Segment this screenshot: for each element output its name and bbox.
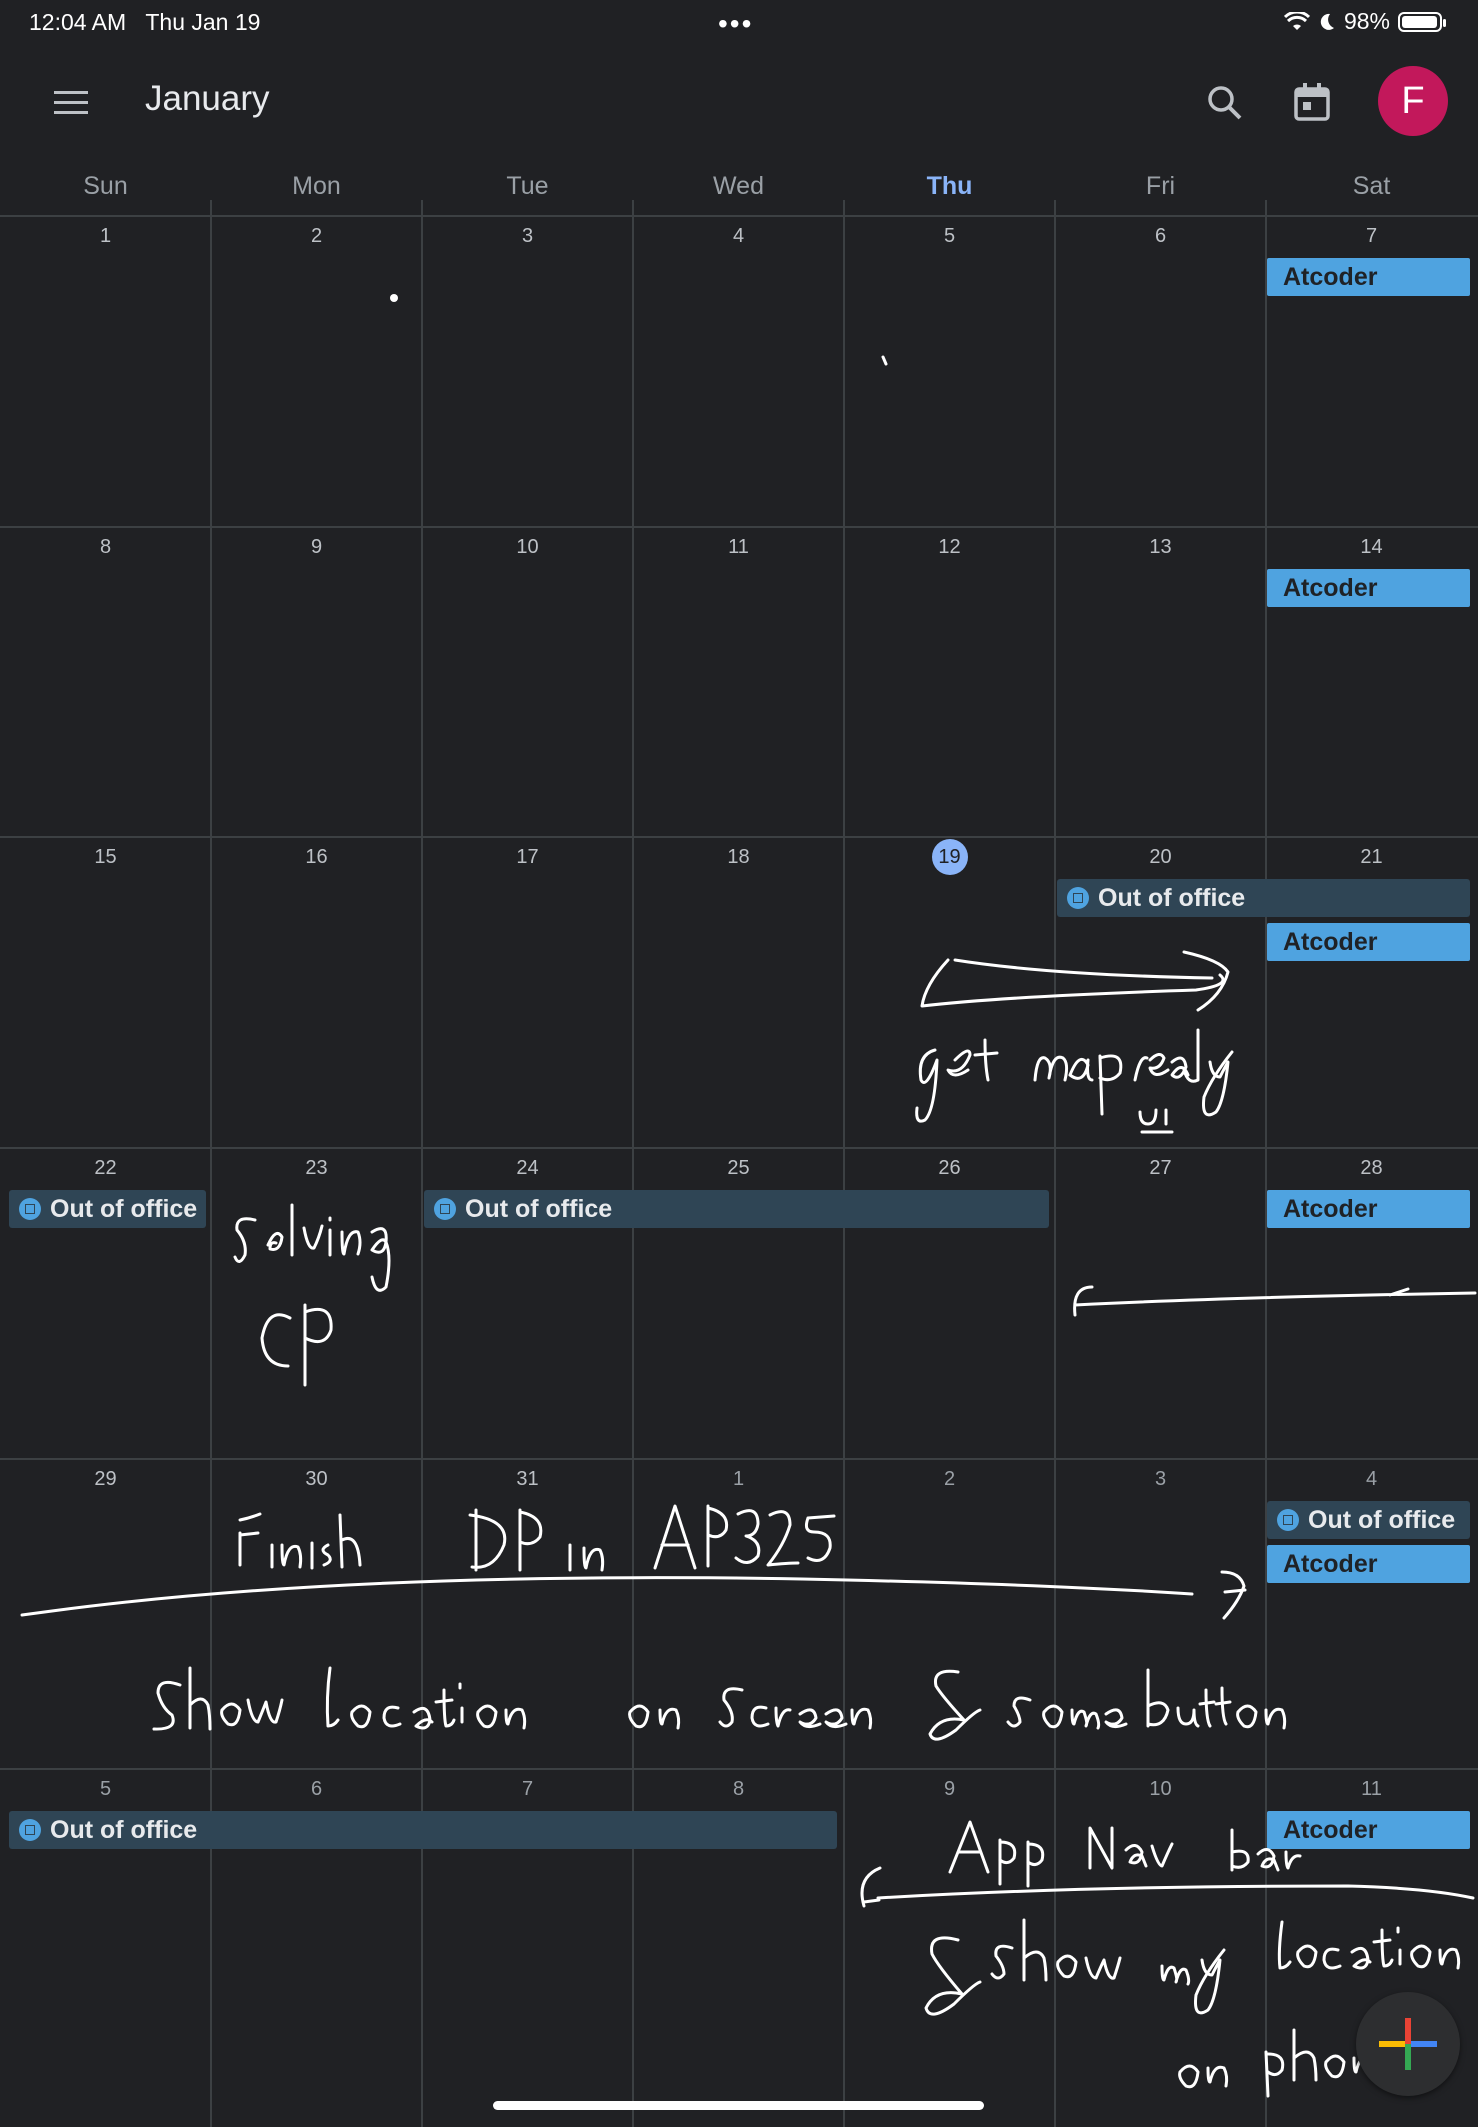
day-cell-3-2[interactable]: 16 <box>211 846 422 869</box>
app-bar: January F <box>0 55 1478 145</box>
menu-icon[interactable] <box>54 91 88 115</box>
add-icon <box>1379 2018 1437 2070</box>
day-cell-2-7[interactable]: 14 <box>1266 536 1477 559</box>
day-cell-3-4[interactable]: 18 <box>633 846 844 869</box>
day-cell-3-5[interactable]: 19 <box>844 839 1055 875</box>
day-cell-1-3[interactable]: 3 <box>422 225 633 248</box>
day-cell-5-7[interactable]: 4 <box>1266 1468 1477 1491</box>
weekday-header-wed: Wed <box>713 172 764 200</box>
weekday-header-fri: Fri <box>1145 172 1176 200</box>
day-cell-6-1[interactable]: 5 <box>0 1778 211 1801</box>
handwriting-overlay <box>20 294 1477 2098</box>
weekday-header-tue: Tue <box>506 172 549 200</box>
day-cell-6-4[interactable]: 8 <box>633 1778 844 1801</box>
day-cell-6-3[interactable]: 7 <box>422 1778 633 1801</box>
wifi-icon <box>1283 11 1310 30</box>
day-cell-6-2[interactable]: 6 <box>211 1778 422 1801</box>
day-cell-5-2[interactable]: 30 <box>211 1468 422 1491</box>
create-event-button[interactable] <box>1356 1992 1460 2096</box>
day-cell-1-2[interactable]: 2 <box>211 225 422 248</box>
grid-row-divider <box>0 1458 1478 1460</box>
status-bar: 12:04 AM Thu Jan 19 ••• 98% <box>0 0 1478 44</box>
avatar[interactable]: F <box>1378 66 1448 136</box>
grid-row-divider <box>0 1147 1478 1149</box>
day-cell-3-7[interactable]: 21 <box>1266 846 1477 869</box>
out-of-office-icon <box>1067 887 1089 909</box>
day-cell-4-7[interactable]: 28 <box>1266 1157 1477 1180</box>
event-atcoder[interactable]: Atcoder <box>1267 1190 1470 1228</box>
event-out-of-office[interactable]: Out of office <box>424 1190 1049 1228</box>
battery-percent: 98% <box>1343 8 1390 34</box>
month-title[interactable]: January <box>145 79 270 119</box>
day-cell-1-1[interactable]: 1 <box>0 225 211 248</box>
day-cell-2-2[interactable]: 9 <box>211 536 422 559</box>
day-cell-5-4[interactable]: 1 <box>633 1468 844 1491</box>
today-icon[interactable] <box>1292 81 1332 123</box>
grid-row-divider <box>0 215 1478 217</box>
day-cell-6-5[interactable]: 9 <box>844 1778 1055 1801</box>
out-of-office-icon <box>19 1819 41 1841</box>
day-cell-4-6[interactable]: 27 <box>1055 1157 1266 1180</box>
battery-icon <box>1398 11 1446 32</box>
event-atcoder[interactable]: Atcoder <box>1267 923 1470 961</box>
day-cell-2-5[interactable]: 12 <box>844 536 1055 559</box>
day-cell-4-4[interactable]: 25 <box>633 1157 844 1180</box>
event-out-of-office[interactable]: Out of office <box>1267 1501 1470 1539</box>
day-cell-4-5[interactable]: 26 <box>844 1157 1055 1180</box>
day-cell-5-3[interactable]: 31 <box>422 1468 633 1491</box>
day-cell-1-6[interactable]: 6 <box>1055 225 1266 248</box>
day-cell-2-1[interactable]: 8 <box>0 536 211 559</box>
day-cell-4-1[interactable]: 22 <box>0 1157 211 1180</box>
event-atcoder[interactable]: Atcoder <box>1267 1545 1470 1583</box>
day-cell-2-3[interactable]: 10 <box>422 536 633 559</box>
day-cell-2-4[interactable]: 11 <box>633 536 844 559</box>
weekday-header-sun: Sun <box>83 172 128 200</box>
grid-row-divider <box>0 1768 1478 1770</box>
status-time: 12:04 AM Thu Jan 19 <box>29 9 261 35</box>
day-cell-2-6[interactable]: 13 <box>1055 536 1266 559</box>
day-cell-3-3[interactable]: 17 <box>422 846 633 869</box>
out-of-office-icon <box>19 1198 41 1220</box>
day-cell-6-7[interactable]: 11 <box>1266 1778 1477 1801</box>
day-cell-1-7[interactable]: 7 <box>1266 225 1477 248</box>
day-cell-5-6[interactable]: 3 <box>1055 1468 1266 1491</box>
day-cell-6-6[interactable]: 10 <box>1055 1778 1266 1801</box>
grid-row-divider <box>0 836 1478 838</box>
moon-icon <box>1320 13 1334 30</box>
home-indicator[interactable] <box>493 2101 984 2110</box>
search-icon[interactable] <box>1205 83 1245 123</box>
event-atcoder[interactable]: Atcoder <box>1267 569 1470 607</box>
day-cell-3-6[interactable]: 20 <box>1055 846 1266 869</box>
weekday-header-mon: Mon <box>292 172 341 200</box>
event-out-of-office[interactable]: Out of office <box>9 1811 837 1849</box>
day-cell-3-1[interactable]: 15 <box>0 846 211 869</box>
weekday-header-thu: Thu <box>926 172 973 200</box>
day-cell-4-2[interactable]: 23 <box>211 1157 422 1180</box>
grid-row-divider <box>0 526 1478 528</box>
today-indicator[interactable]: 19 <box>931 839 968 875</box>
day-cell-5-1[interactable]: 29 <box>0 1468 211 1491</box>
event-atcoder[interactable]: Atcoder <box>1267 258 1470 296</box>
event-out-of-office[interactable]: Out of office <box>9 1190 206 1228</box>
day-cell-1-5[interactable]: 5 <box>844 225 1055 248</box>
day-cell-5-5[interactable]: 2 <box>844 1468 1055 1491</box>
event-atcoder[interactable]: Atcoder <box>1267 1811 1470 1849</box>
out-of-office-icon <box>1277 1509 1299 1531</box>
day-cell-1-4[interactable]: 4 <box>633 225 844 248</box>
out-of-office-icon <box>434 1198 456 1220</box>
multitasking-dots-icon[interactable]: ••• <box>718 8 753 40</box>
event-out-of-office[interactable]: Out of office <box>1057 879 1470 917</box>
day-cell-4-3[interactable]: 24 <box>422 1157 633 1180</box>
weekday-header-sat: Sat <box>1352 172 1391 200</box>
